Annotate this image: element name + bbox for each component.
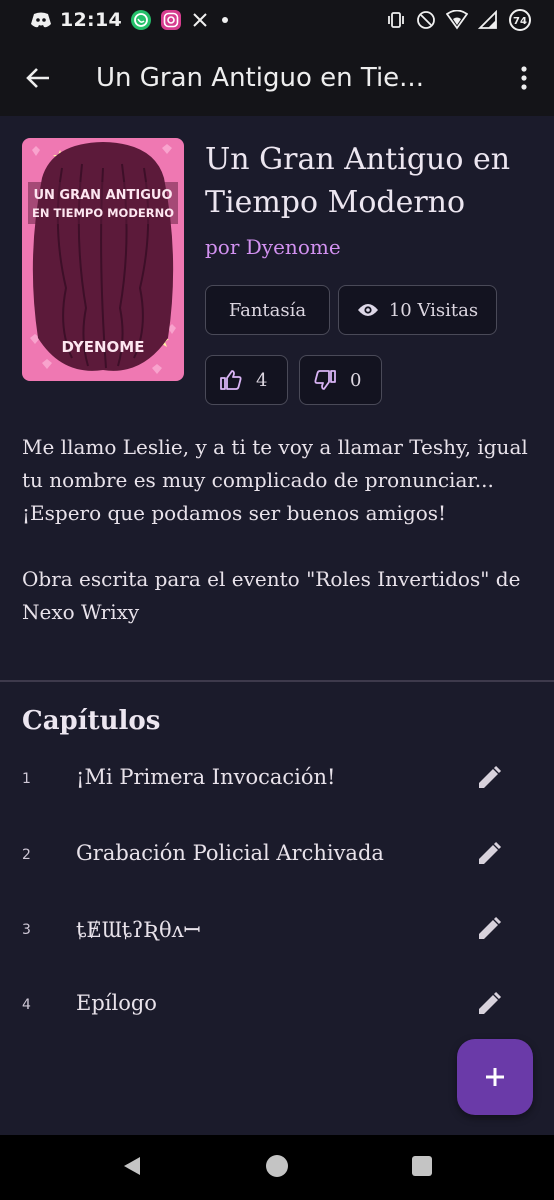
views-label: 10 Visitas: [388, 299, 479, 321]
arrow-back-icon: [26, 68, 49, 88]
views-chip: 10 Visitas: [338, 285, 497, 335]
app-bar: Un Gran Antiguo en Tie...: [0, 40, 554, 116]
divider: [0, 680, 554, 682]
pencil-icon: [479, 991, 502, 1014]
dislike-button[interactable]: 0: [299, 355, 382, 405]
book-header: UN GRAN ANTIGUO EN TIEMPO MODERNO DYENOM…: [0, 116, 554, 426]
chapter-row[interactable]: 3 ȶɆƜȶʔƦθʌꟷ: [0, 904, 554, 964]
chapter-row[interactable]: 1 ¡Mi Primera Invocación!: [0, 753, 554, 813]
eye-icon: [357, 304, 378, 316]
status-bar: 12:14 74: [0, 0, 554, 40]
app-bar-title: Un Gran Antiguo en Tie...: [96, 63, 424, 93]
chapter-title: ȶɆƜȶʔƦθʌꟷ: [76, 918, 201, 942]
status-left: 12:14: [30, 9, 232, 31]
edit-chapter-button[interactable]: [470, 910, 508, 948]
add-icon: [486, 1068, 504, 1086]
do-not-disturb-icon: [416, 10, 436, 30]
chapter-title: Grabación Policial Archivada: [76, 841, 384, 865]
chapter-number: 2: [22, 847, 31, 863]
edit-chapter-button[interactable]: [470, 835, 508, 873]
genre-chip[interactable]: Fantasía: [205, 285, 330, 335]
chapter-number: 3: [22, 922, 31, 938]
chapters-heading: Capítulos: [22, 706, 161, 736]
home-circle-icon[interactable]: [265, 1154, 289, 1182]
status-right: 74: [386, 8, 532, 32]
chapter-title: Epílogo: [76, 991, 157, 1015]
more-options-button[interactable]: [494, 40, 554, 116]
signal-icon: [478, 10, 498, 30]
book-author[interactable]: por Dyenome: [205, 235, 341, 259]
pencil-icon: [479, 916, 502, 939]
back-button[interactable]: [0, 40, 76, 116]
book-cover[interactable]: UN GRAN ANTIGUO EN TIEMPO MODERNO DYENOM…: [22, 138, 184, 381]
cover-title-line2: EN TIEMPO MODERNO: [32, 206, 174, 220]
main-content: UN GRAN ANTIGUO EN TIEMPO MODERNO DYENOM…: [0, 116, 554, 1015]
dislike-count: 0: [350, 369, 362, 391]
status-time: 12:14: [60, 9, 122, 31]
chapter-row[interactable]: 2 Grabación Policial Archivada: [0, 829, 554, 889]
instagram-icon: [160, 9, 182, 31]
whatsapp-icon: [130, 9, 152, 31]
like-count: 4: [256, 369, 268, 391]
edit-chapter-button[interactable]: [470, 759, 508, 797]
book-title: Un Gran Antiguo en Tiempo Moderno: [205, 142, 511, 220]
chapter-number: 4: [22, 997, 31, 1013]
x-icon: [190, 10, 210, 30]
system-nav-bar: [0, 1135, 554, 1200]
edit-chapter-button[interactable]: [470, 985, 508, 1023]
vibrate-icon: [386, 10, 406, 30]
chapter-title: ¡Mi Primera Invocación!: [76, 765, 336, 789]
book-description: Me llamo Leslie, y a ti te voy a llamar …: [22, 435, 528, 624]
cover-author: DYENOME: [62, 338, 145, 356]
more-vert-icon: [521, 66, 527, 90]
dot-icon: [218, 13, 232, 27]
battery-icon: 74: [508, 8, 532, 32]
pencil-icon: [479, 765, 502, 788]
discord-icon: [30, 11, 52, 29]
back-triangle-icon[interactable]: [121, 1155, 143, 1181]
thumb-up-icon: [220, 370, 242, 390]
thumb-down-icon: [314, 370, 336, 390]
add-chapter-button[interactable]: [457, 1039, 533, 1115]
wifi-icon: [446, 10, 468, 30]
chapter-number: 1: [22, 771, 31, 787]
like-button[interactable]: 4: [205, 355, 288, 405]
recents-square-icon[interactable]: [411, 1155, 433, 1181]
chapter-row[interactable]: 4 Epílogo: [0, 979, 554, 1039]
cover-title-line1: UN GRAN ANTIGUO: [33, 188, 172, 203]
battery-level: 74: [513, 16, 527, 27]
pencil-icon: [479, 841, 502, 864]
genre-label: Fantasía: [228, 299, 307, 321]
